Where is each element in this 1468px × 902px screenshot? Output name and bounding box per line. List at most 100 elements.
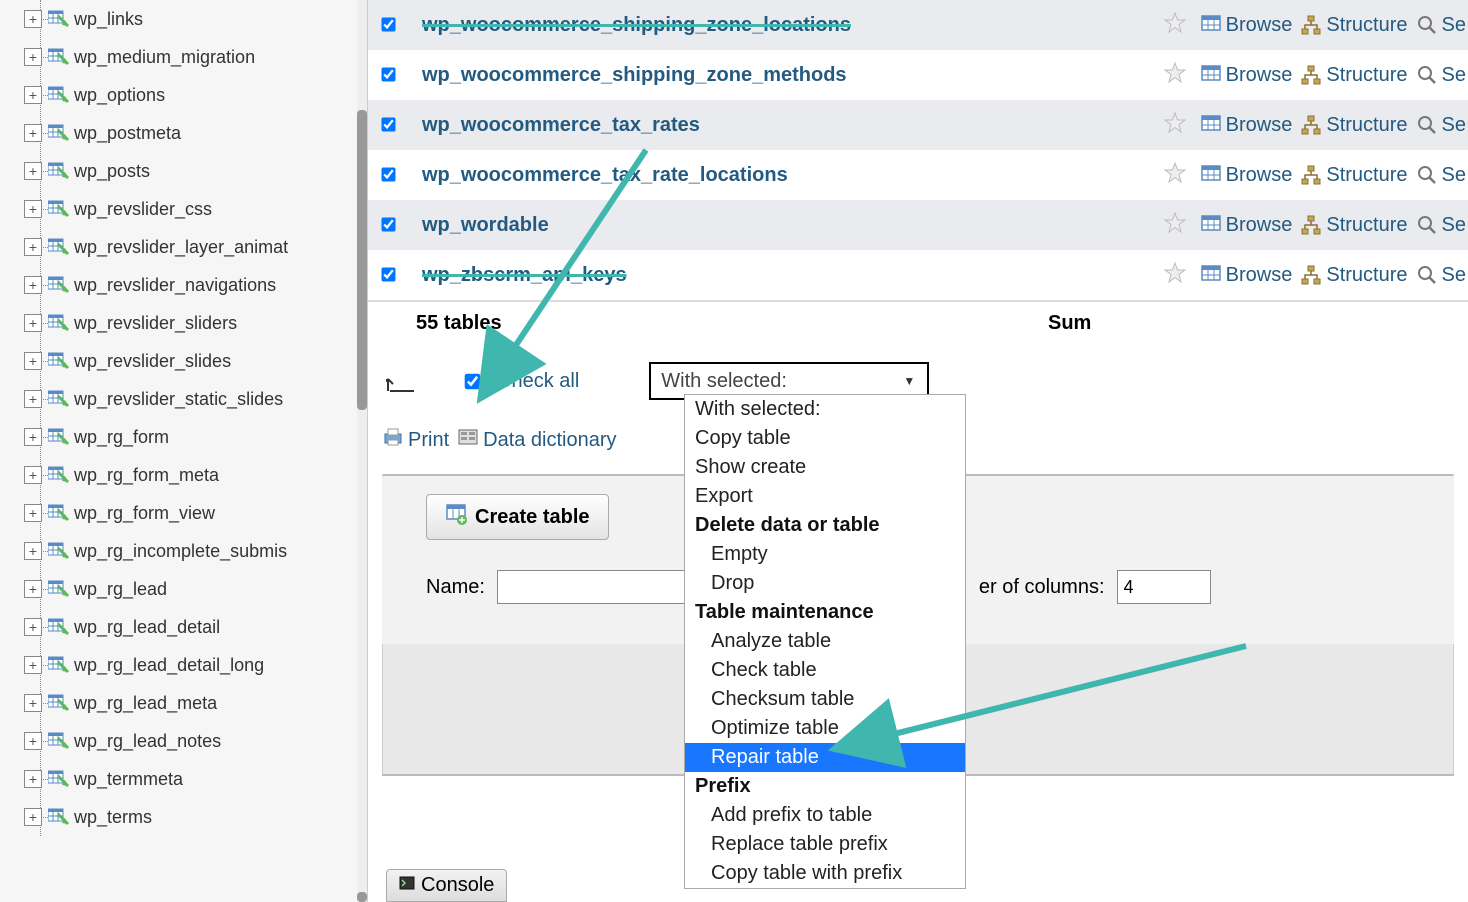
browse-action[interactable]: Browse <box>1200 214 1293 237</box>
expand-icon[interactable]: + <box>24 656 42 674</box>
table-name-link[interactable]: wp_wordable <box>422 214 1164 237</box>
sidebar-table-item[interactable]: + wp_rg_form_meta <box>0 456 367 494</box>
sidebar-table-item[interactable]: + wp_revslider_css <box>0 190 367 228</box>
browse-action[interactable]: Browse <box>1200 264 1293 287</box>
sidebar-table-label[interactable]: wp_terms <box>74 807 152 828</box>
sidebar-table-label[interactable]: wp_rg_form_meta <box>74 465 219 486</box>
sidebar-scrollbar-thumb-bottom[interactable] <box>357 892 367 902</box>
star-icon[interactable] <box>1164 12 1186 39</box>
dropdown-option[interactable]: Repair table <box>685 743 965 772</box>
expand-icon[interactable]: + <box>24 770 42 788</box>
expand-icon[interactable]: + <box>24 618 42 636</box>
dropdown-option[interactable]: Checksum table <box>685 685 965 714</box>
sidebar-table-label[interactable]: wp_rg_form_view <box>74 503 215 524</box>
table-name-link[interactable]: wp_woocommerce_shipping_zone_locations <box>422 14 1164 37</box>
row-checkbox[interactable] <box>381 67 395 81</box>
sidebar-table-item[interactable]: + wp_revslider_static_slides <box>0 380 367 418</box>
sidebar-table-item[interactable]: + wp_rg_form_view <box>0 494 367 532</box>
sidebar-table-label[interactable]: wp_revslider_slides <box>74 351 231 372</box>
expand-icon[interactable]: + <box>24 580 42 598</box>
dropdown-option[interactable]: Export <box>685 482 965 511</box>
search-action[interactable]: Se <box>1416 164 1466 187</box>
expand-icon[interactable]: + <box>24 238 42 256</box>
sidebar-table-item[interactable]: + wp_rg_lead_notes <box>0 722 367 760</box>
print-link[interactable]: Print <box>382 426 449 454</box>
sidebar-table-label[interactable]: wp_rg_lead_meta <box>74 693 217 714</box>
sidebar-table-item[interactable]: + wp_rg_incomplete_submis <box>0 532 367 570</box>
sidebar-table-label[interactable]: wp_rg_incomplete_submis <box>74 541 287 562</box>
sidebar-table-item[interactable]: + wp_revslider_layer_animat <box>0 228 367 266</box>
sidebar-table-item[interactable]: + wp_links <box>0 0 367 38</box>
structure-action[interactable]: Structure <box>1300 164 1407 187</box>
expand-icon[interactable]: + <box>24 390 42 408</box>
browse-action[interactable]: Browse <box>1200 64 1293 87</box>
expand-icon[interactable]: + <box>24 10 42 28</box>
sidebar-table-label[interactable]: wp_rg_lead_notes <box>74 731 221 752</box>
sidebar-table-item[interactable]: + wp_rg_lead <box>0 570 367 608</box>
browse-action[interactable]: Browse <box>1200 114 1293 137</box>
sidebar-table-label[interactable]: wp_rg_form <box>74 427 169 448</box>
star-icon[interactable] <box>1164 212 1186 239</box>
table-name-input[interactable] <box>497 570 687 604</box>
search-action[interactable]: Se <box>1416 214 1466 237</box>
search-action[interactable]: Se <box>1416 264 1466 287</box>
sidebar-table-label[interactable]: wp_revslider_layer_animat <box>74 237 288 258</box>
row-checkbox[interactable] <box>381 217 395 231</box>
table-name-link[interactable]: wp_zbscrm_api_keys <box>422 264 1164 287</box>
table-name-link[interactable]: wp_woocommerce_tax_rate_locations <box>422 164 1164 187</box>
dropdown-option[interactable]: Show create <box>685 453 965 482</box>
sidebar-table-item[interactable]: + wp_options <box>0 76 367 114</box>
sidebar-table-item[interactable]: + wp_medium_migration <box>0 38 367 76</box>
dropdown-option[interactable]: Replace table prefix <box>685 830 965 859</box>
row-checkbox[interactable] <box>381 167 395 181</box>
expand-icon[interactable]: + <box>24 732 42 750</box>
dropdown-option[interactable]: With selected: <box>685 395 965 424</box>
expand-icon[interactable]: + <box>24 276 42 294</box>
search-action[interactable]: Se <box>1416 64 1466 87</box>
sidebar-table-label[interactable]: wp_medium_migration <box>74 47 255 68</box>
dropdown-option[interactable]: Drop <box>685 569 965 598</box>
row-checkbox[interactable] <box>381 267 395 281</box>
sidebar-table-item[interactable]: + wp_posts <box>0 152 367 190</box>
sidebar-table-item[interactable]: + wp_revslider_navigations <box>0 266 367 304</box>
expand-icon[interactable]: + <box>24 694 42 712</box>
dropdown-option[interactable]: Analyze table <box>685 627 965 656</box>
browse-action[interactable]: Browse <box>1200 164 1293 187</box>
sidebar-table-item[interactable]: + wp_postmeta <box>0 114 367 152</box>
sidebar-table-label[interactable]: wp_posts <box>74 161 150 182</box>
expand-icon[interactable]: + <box>24 86 42 104</box>
structure-action[interactable]: Structure <box>1300 114 1407 137</box>
sidebar-table-item[interactable]: + wp_rg_lead_detail_long <box>0 646 367 684</box>
expand-icon[interactable]: + <box>24 542 42 560</box>
check-all-link[interactable]: Check all <box>497 370 579 393</box>
expand-icon[interactable]: + <box>24 200 42 218</box>
sidebar-table-label[interactable]: wp_links <box>74 9 143 30</box>
sidebar-table-item[interactable]: + wp_rg_lead_detail <box>0 608 367 646</box>
row-checkbox[interactable] <box>381 17 395 31</box>
structure-action[interactable]: Structure <box>1300 264 1407 287</box>
columns-count-input[interactable] <box>1117 570 1211 604</box>
expand-icon[interactable]: + <box>24 808 42 826</box>
star-icon[interactable] <box>1164 112 1186 139</box>
dropdown-option[interactable]: Copy table <box>685 424 965 453</box>
star-icon[interactable] <box>1164 262 1186 289</box>
sidebar-table-item[interactable]: + wp_rg_lead_meta <box>0 684 367 722</box>
data-dictionary-link[interactable]: Data dictionary <box>457 426 616 454</box>
sidebar-table-label[interactable]: wp_rg_lead_detail_long <box>74 655 264 676</box>
structure-action[interactable]: Structure <box>1300 14 1407 37</box>
table-name-link[interactable]: wp_woocommerce_tax_rates <box>422 114 1164 137</box>
structure-action[interactable]: Structure <box>1300 64 1407 87</box>
expand-icon[interactable]: + <box>24 466 42 484</box>
sidebar-table-label[interactable]: wp_revslider_navigations <box>74 275 276 296</box>
expand-icon[interactable]: + <box>24 352 42 370</box>
expand-icon[interactable]: + <box>24 314 42 332</box>
create-table-button[interactable]: Create table <box>426 494 609 540</box>
dropdown-option[interactable]: Optimize table <box>685 714 965 743</box>
sidebar-table-label[interactable]: wp_rg_lead <box>74 579 167 600</box>
expand-icon[interactable]: + <box>24 162 42 180</box>
dropdown-option[interactable]: Empty <box>685 540 965 569</box>
sidebar-table-label[interactable]: wp_termmeta <box>74 769 183 790</box>
row-checkbox[interactable] <box>381 117 395 131</box>
expand-icon[interactable]: + <box>24 428 42 446</box>
check-all-checkbox[interactable] <box>465 373 481 389</box>
